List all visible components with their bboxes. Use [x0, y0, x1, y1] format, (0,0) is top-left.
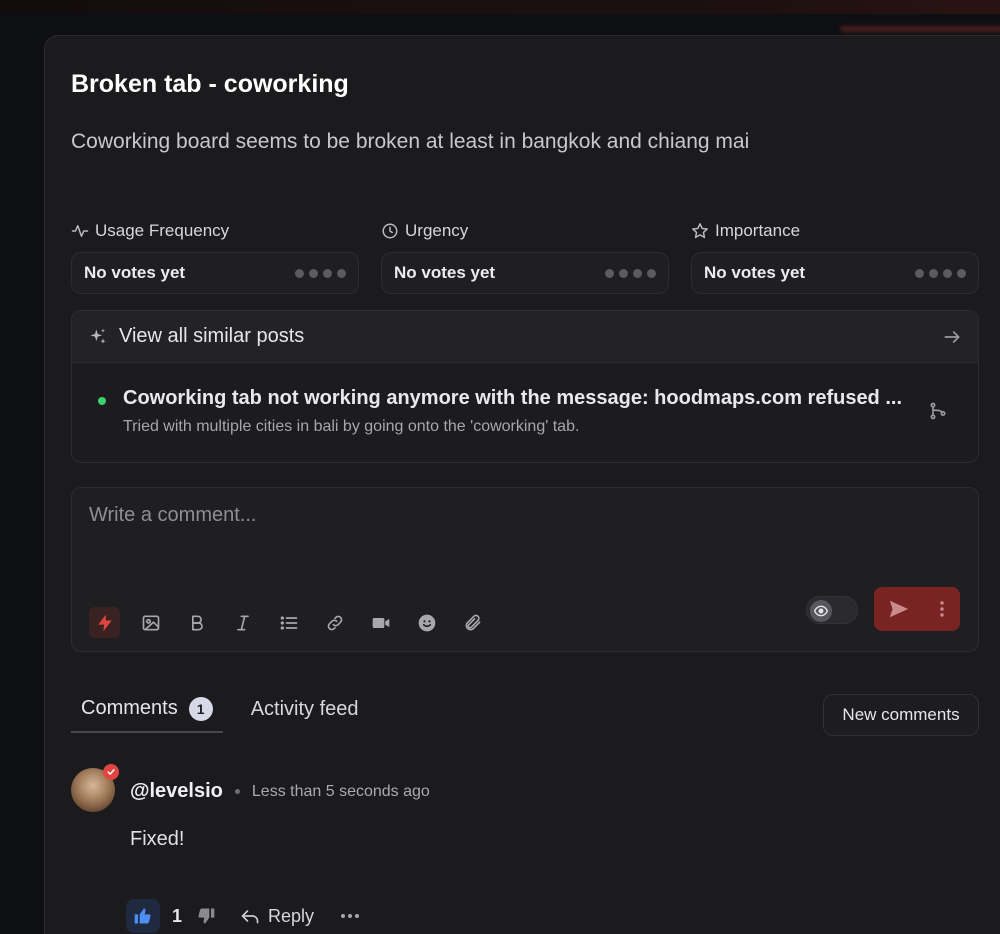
emoji-icon	[418, 614, 435, 631]
metric-title: Usage Frequency	[95, 221, 230, 240]
star-icon	[692, 223, 708, 239]
italic-button[interactable]	[227, 607, 258, 638]
metric-value: No votes yet	[704, 263, 806, 282]
attachment-button[interactable]	[457, 607, 488, 638]
similar-post-subtitle: Tried with multiple cities in bali by go…	[123, 418, 580, 435]
eye-icon	[814, 605, 828, 617]
vote-dot[interactable]	[323, 268, 332, 278]
more-vertical-icon	[940, 601, 944, 617]
metric-importance: Importance No votes yet	[691, 220, 979, 294]
comment-input[interactable]	[89, 500, 789, 530]
sparkles-icon	[90, 328, 106, 344]
send-button[interactable]	[874, 587, 924, 631]
vote-dot[interactable]	[619, 268, 628, 278]
similar-posts-card: View all similar posts Coworking tab not…	[71, 310, 979, 463]
video-icon	[372, 617, 389, 628]
attachment-icon	[465, 614, 480, 630]
bolt-button[interactable]	[89, 607, 120, 638]
reply-button[interactable]: Reply	[240, 906, 314, 927]
new-comments-button[interactable]: New comments	[823, 694, 979, 736]
metric-value: No votes yet	[84, 263, 186, 282]
merge-icon[interactable]	[928, 401, 948, 421]
comment-more-button[interactable]	[340, 913, 360, 919]
bold-button[interactable]	[181, 607, 212, 638]
vote-dots[interactable]	[915, 268, 966, 278]
metric-title: Importance	[715, 221, 801, 240]
vote-dot[interactable]	[647, 268, 656, 278]
image-icon	[142, 615, 159, 630]
composer-toolbar	[89, 607, 488, 638]
vote-dot[interactable]	[957, 268, 966, 278]
bolt-icon	[97, 614, 112, 631]
send-options-button[interactable]	[924, 587, 960, 631]
comment-composer	[71, 487, 979, 652]
background-accent-glow	[840, 26, 1000, 32]
verified-badge-icon	[103, 764, 119, 780]
emoji-button[interactable]	[411, 607, 442, 638]
arrow-right-icon	[944, 330, 960, 343]
vote-dot[interactable]	[915, 268, 924, 278]
vote-dot[interactable]	[309, 268, 318, 278]
vote-dot[interactable]	[605, 268, 614, 278]
clock-icon	[382, 223, 398, 239]
image-button[interactable]	[135, 607, 166, 638]
tab-comments[interactable]: Comments 1	[71, 686, 223, 733]
italic-icon	[236, 615, 249, 630]
comment-body: Fixed!	[130, 828, 185, 850]
tab-label: Activity feed	[250, 698, 359, 720]
list-icon	[280, 615, 297, 630]
comment-timestamp: Less than 5 seconds ago	[251, 782, 430, 800]
thumbs-up-icon	[134, 908, 151, 924]
comment-tabs: Comments 1 Activity feed	[71, 686, 369, 733]
comment-username[interactable]: @levelsio	[130, 780, 223, 803]
post-title: Broken tab - coworking	[71, 70, 349, 98]
bold-icon	[191, 615, 203, 630]
send-button-group	[874, 587, 960, 631]
comment-actions: 1 Reply	[126, 899, 360, 933]
status-dot	[98, 397, 106, 405]
metric-vote-box[interactable]: No votes yet	[71, 252, 359, 294]
similar-post-title: Coworking tab not working anymore with t…	[123, 387, 903, 409]
vote-dot[interactable]	[295, 268, 304, 278]
background-header-strip	[0, 0, 1000, 14]
post-description: Coworking board seems to be broken at le…	[71, 130, 750, 153]
metric-vote-box[interactable]: No votes yet	[691, 252, 979, 294]
metric-usage-frequency: Usage Frequency No votes yet	[71, 220, 359, 294]
vote-dot[interactable]	[943, 268, 952, 278]
tab-label: Comments	[81, 697, 178, 719]
vote-dots[interactable]	[295, 268, 346, 278]
view-similar-posts-button[interactable]: View all similar posts	[72, 311, 978, 363]
list-button[interactable]	[273, 607, 304, 638]
comment-header: @levelsio Less than 5 seconds ago	[130, 780, 430, 803]
metric-vote-box[interactable]: No votes yet	[381, 252, 669, 294]
video-button[interactable]	[365, 607, 396, 638]
metric-urgency: Urgency No votes yet	[381, 220, 669, 294]
send-icon	[889, 600, 909, 618]
toggle-knob	[810, 600, 832, 622]
more-horizontal-icon	[341, 914, 360, 918]
vote-dots[interactable]	[605, 268, 656, 278]
similar-posts-label: View all similar posts	[119, 325, 305, 347]
thumbs-down-icon	[198, 908, 215, 924]
vote-dot[interactable]	[929, 268, 938, 278]
link-button[interactable]	[319, 607, 350, 638]
link-icon	[327, 615, 342, 630]
vote-dot[interactable]	[337, 268, 346, 278]
activity-icon	[71, 225, 89, 237]
reply-icon	[241, 910, 259, 924]
tab-activity-feed[interactable]: Activity feed	[241, 686, 369, 733]
downvote-button[interactable]	[194, 904, 218, 928]
metric-title: Urgency	[405, 221, 469, 240]
like-count: 1	[172, 905, 183, 926]
separator-dot	[234, 789, 240, 794]
vote-dot[interactable]	[633, 268, 642, 278]
visibility-toggle[interactable]	[806, 596, 858, 624]
metric-value: No votes yet	[394, 263, 496, 282]
similar-post-item[interactable]: Coworking tab not working anymore with t…	[72, 363, 978, 436]
comment-count-badge: 1	[188, 696, 213, 721]
reply-label: Reply	[268, 905, 315, 926]
upvote-button[interactable]	[126, 899, 160, 933]
post-detail-panel: Broken tab - coworking Coworking board s…	[44, 35, 1000, 934]
